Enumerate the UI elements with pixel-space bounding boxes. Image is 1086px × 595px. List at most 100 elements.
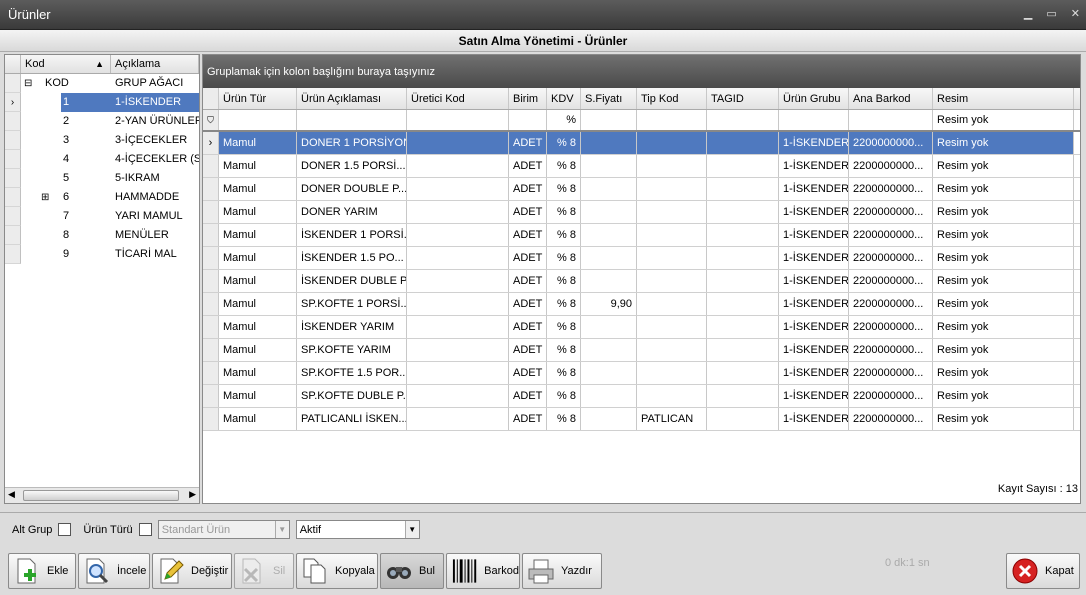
filter-cell[interactable] — [779, 110, 849, 130]
column-header[interactable]: TAGID — [707, 88, 779, 109]
column-header[interactable]: Ana Barkod — [849, 88, 933, 109]
elapsed-time: 0 dk:1 sn — [885, 557, 930, 569]
tree-aciklama: GRUP AĞACI — [115, 77, 184, 89]
ekle-button[interactable]: Ekle — [8, 553, 76, 589]
table-row[interactable]: Mamul SP.KOFTE 1 PORSİ... ADET% 8 9,90 1-İSK… — [203, 293, 1080, 316]
table-cell: 2200000000... — [849, 178, 933, 200]
table-cell — [581, 408, 637, 430]
column-header[interactable]: Ürün Tür — [219, 88, 297, 109]
tree-aciklama: 2-YAN ÜRÜNLER — [115, 115, 199, 127]
filter-cell[interactable] — [509, 110, 547, 130]
status-select[interactable]: Aktif ▼ — [295, 520, 420, 539]
table-row[interactable]: Mamul SP.KOFTE DUBLE P... ADET% 8 1-İSKENDE… — [203, 385, 1080, 408]
table-cell: Resim yok — [933, 362, 1074, 384]
column-header[interactable]: Resim — [933, 88, 1074, 109]
yazdir-button[interactable]: Yazdır — [522, 553, 602, 589]
close-icon[interactable]: ✕ — [1071, 7, 1080, 20]
table-row[interactable]: Mamul SP.KOFTE YARIM ADET% 8 1-İSKENDER 2200… — [203, 339, 1080, 362]
table-row[interactable]: Mamul DONER DOUBLE P... ADET% 8 1-İSKENDER 2… — [203, 178, 1080, 201]
tree-row[interactable]: 8 MENÜLER — [5, 226, 199, 245]
sil-button[interactable]: Sil — [234, 553, 294, 589]
filter-cell[interactable] — [297, 110, 407, 130]
degistir-button[interactable]: Değiştir — [152, 553, 232, 589]
bul-button[interactable]: Bul — [380, 553, 444, 589]
table-cell: % 8 — [547, 178, 581, 200]
table-row[interactable]: Mamul PATLICANLI İSKEN... ADET% 8 PATLICAN 1… — [203, 408, 1080, 431]
group-panel[interactable]: Gruplamak için kolon başlığını buraya ta… — [203, 55, 1080, 88]
table-cell: Mamul — [219, 362, 297, 384]
filter-cell[interactable]: Resim yok — [933, 110, 1074, 130]
scroll-right-icon[interactable]: ▶ — [189, 489, 196, 500]
printer-icon — [528, 559, 554, 584]
filter-cell[interactable] — [407, 110, 509, 130]
tree-col-aciklama[interactable]: Açıklama — [111, 55, 199, 73]
collapse-icon[interactable]: ⊟ — [24, 74, 32, 93]
filter-cell[interactable] — [849, 110, 933, 130]
table-cell: % 8 — [547, 155, 581, 177]
scroll-left-icon[interactable]: ◀ — [8, 489, 15, 500]
incele-button[interactable]: İncele — [78, 553, 150, 589]
table-cell: ADET — [509, 270, 547, 292]
column-header[interactable]: S.Fiyatı — [581, 88, 637, 109]
table-cell — [407, 132, 509, 154]
table-row[interactable]: Mamul İSKENDER 1.5 PO... ADET% 8 1-İSKENDER… — [203, 247, 1080, 270]
table-cell: 2200000000... — [849, 155, 933, 177]
tree-row[interactable]: 2 2-YAN ÜRÜNLER — [5, 112, 199, 131]
edit-pencil-icon — [160, 558, 184, 584]
scroll-thumb[interactable] — [23, 490, 179, 501]
table-cell: 2200000000... — [849, 132, 933, 154]
kapat-button[interactable]: Kapat — [1006, 553, 1080, 589]
barkod-button[interactable]: Barkod — [446, 553, 520, 589]
tree-row[interactable]: 4 4-İÇECEKLER (SU — [5, 150, 199, 169]
close-red-icon — [1012, 558, 1038, 584]
tree-aciklama: MENÜLER — [115, 229, 169, 241]
tree-row[interactable]: 3 3-İÇECEKLER — [5, 131, 199, 150]
table-row[interactable]: Mamul İSKENDER DUBLE P... ADET% 8 1-İSKENDE… — [203, 270, 1080, 293]
table-row[interactable]: › Mamul DONER 1 PORSİYON ADET% 8 1-İSKENDER 2… — [203, 132, 1080, 155]
tree-row[interactable]: 7 YARI MAMUL — [5, 207, 199, 226]
minimize-icon[interactable]: ▁ — [1024, 7, 1032, 20]
chevron-down-icon: ▼ — [274, 521, 289, 538]
filter-cell[interactable] — [707, 110, 779, 130]
tree-row[interactable]: ⊞ 6 HAMMADDE — [5, 188, 199, 207]
table-cell: 1-İSKENDER — [779, 224, 849, 246]
expand-icon[interactable]: ⊞ — [41, 188, 49, 207]
table-cell: % 8 — [547, 408, 581, 430]
tree-row[interactable]: ⊟ KOD GRUP AĞACI — [5, 74, 199, 93]
table-row[interactable]: Mamul SP.KOFTE 1.5 POR... ADET% 8 1-İSKENDE… — [203, 362, 1080, 385]
table-cell: ADET — [509, 224, 547, 246]
kopyala-button[interactable]: Kopyala — [296, 553, 378, 589]
column-header[interactable]: Ürün Açıklaması — [297, 88, 407, 109]
alt-grup-checkbox[interactable] — [58, 523, 72, 536]
column-header[interactable]: Üretici Kod — [407, 88, 509, 109]
column-header[interactable]: KDV — [547, 88, 581, 109]
tree-col-kod[interactable]: Kod ▲ — [21, 55, 111, 73]
group-tree[interactable]: Kod ▲ Açıklama ⊟ KOD GRUP AĞACI › 1 1-İSKENDER… — [4, 54, 200, 504]
table-cell: % 8 — [547, 270, 581, 292]
table-row[interactable]: Mamul DONER 1.5 PORSİ... ADET% 8 1-İSKENDER… — [203, 155, 1080, 178]
table-cell: Mamul — [219, 201, 297, 223]
column-header[interactable]: Birim — [509, 88, 547, 109]
table-cell: 1-İSKENDER — [779, 247, 849, 269]
maximize-icon[interactable]: ▭ — [1046, 7, 1056, 20]
tree-row[interactable]: › 1 1-İSKENDER — [5, 93, 199, 112]
column-header[interactable]: Tip Kod — [637, 88, 707, 109]
table-cell: Mamul — [219, 270, 297, 292]
table-cell — [407, 339, 509, 361]
filter-row[interactable]: ⛉% Resim yok — [203, 110, 1080, 132]
table-row[interactable]: Mamul İSKENDER 1 PORSİ... ADET% 8 1-İSKENDE… — [203, 224, 1080, 247]
tree-row[interactable]: 5 5-IKRAM — [5, 169, 199, 188]
products-grid[interactable]: Gruplamak için kolon başlığını buraya ta… — [202, 54, 1081, 504]
filter-cell[interactable]: % — [547, 110, 581, 130]
tree-row[interactable]: 9 TİCARİ MAL — [5, 245, 199, 264]
filter-cell[interactable] — [219, 110, 297, 130]
urun-turu-checkbox[interactable] — [138, 523, 152, 536]
filter-cell[interactable] — [581, 110, 637, 130]
column-header[interactable]: Ürün Grubu — [779, 88, 849, 109]
urun-turu-select[interactable]: Standart Ürün ▼ — [157, 520, 290, 539]
table-row[interactable]: Mamul DONER YARIM ADET% 8 1-İSKENDER 2200000… — [203, 201, 1080, 224]
table-row[interactable]: Mamul İSKENDER YARIM ADET% 8 1-İSKENDER 2200… — [203, 316, 1080, 339]
filter-cell[interactable] — [637, 110, 707, 130]
tree-scrollbar[interactable]: ◀ ▶ — [5, 487, 199, 503]
filter-icon[interactable]: ⛉ — [203, 110, 219, 130]
